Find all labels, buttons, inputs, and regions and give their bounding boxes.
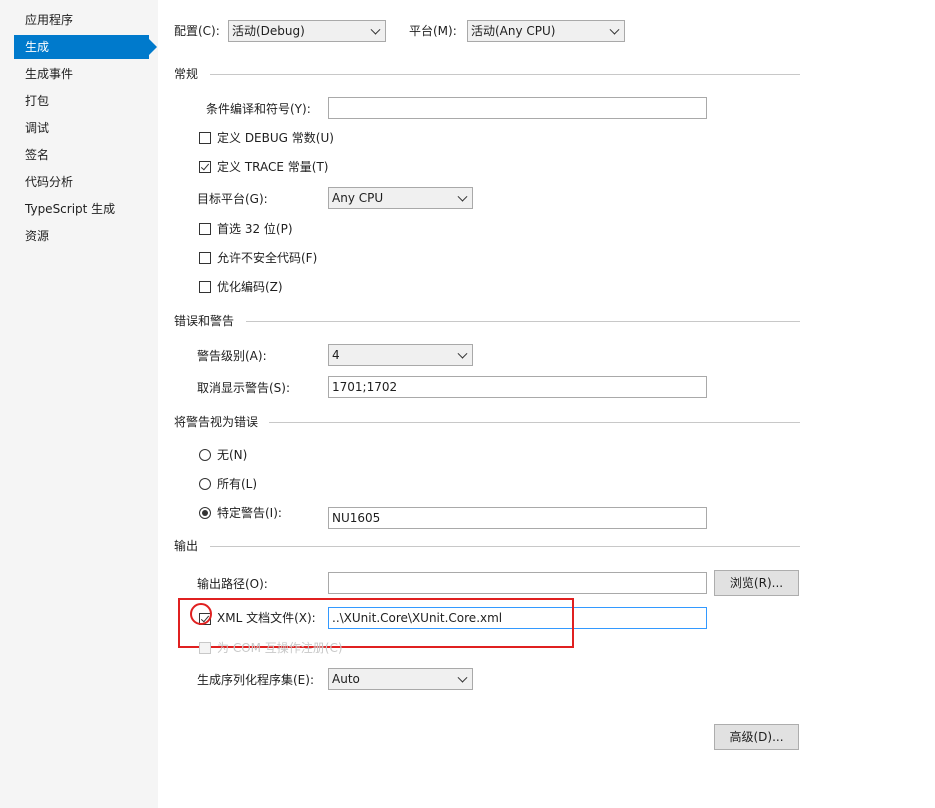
treat-all-radio[interactable] bbox=[199, 478, 211, 490]
section-divider bbox=[210, 74, 800, 75]
sidebar: 应用程序 生成 生成事件 打包 调试 签名 代码分析 TypeScript 生成… bbox=[0, 0, 158, 808]
serialization-value: Auto bbox=[332, 672, 360, 686]
chevron-down-icon bbox=[609, 24, 620, 35]
advanced-button[interactable]: 高级(D)... bbox=[714, 724, 799, 750]
config-label: 配置(C): bbox=[174, 24, 220, 38]
allow-unsafe-label: 允许不安全代码(F) bbox=[217, 251, 318, 265]
section-divider bbox=[210, 546, 800, 547]
treat-none-radio[interactable] bbox=[199, 449, 211, 461]
com-register-label: 为 COM 互操作注册(C) bbox=[217, 641, 343, 655]
sidebar-item-package[interactable]: 打包 bbox=[14, 89, 149, 113]
com-register-checkbox bbox=[199, 642, 211, 654]
section-divider bbox=[246, 321, 800, 322]
chevron-down-icon bbox=[457, 672, 468, 683]
treat-none-label: 无(N) bbox=[217, 448, 248, 462]
platform-value: 活动(Any CPU) bbox=[471, 24, 556, 38]
chevron-down-icon bbox=[457, 191, 468, 202]
target-platform-label: 目标平台(G): bbox=[197, 192, 268, 206]
define-trace-checkbox[interactable] bbox=[199, 161, 211, 173]
optimize-label: 优化编码(Z) bbox=[217, 280, 283, 294]
section-output-header: 输出 bbox=[174, 539, 199, 553]
suppress-warnings-input[interactable]: 1701;1702 bbox=[328, 376, 707, 398]
highlight-circle bbox=[190, 603, 212, 625]
specific-warnings-input[interactable]: NU1605 bbox=[328, 507, 707, 529]
config-dropdown[interactable]: 活动(Debug) bbox=[228, 20, 386, 42]
build-settings-panel: 配置(C): 活动(Debug) 平台(M): 活动(Any CPU) 常规 条… bbox=[158, 0, 935, 808]
output-path-input[interactable] bbox=[328, 572, 707, 594]
section-treat-as-errors-header: 将警告视为错误 bbox=[174, 415, 259, 429]
target-platform-dropdown[interactable]: Any CPU bbox=[328, 187, 473, 209]
sidebar-item-build-events[interactable]: 生成事件 bbox=[14, 62, 149, 86]
treat-all-label: 所有(L) bbox=[217, 477, 258, 491]
sidebar-item-debug[interactable]: 调试 bbox=[14, 116, 149, 140]
section-divider bbox=[269, 422, 800, 423]
output-path-label: 输出路径(O): bbox=[197, 577, 268, 591]
browse-button[interactable]: 浏览(R)... bbox=[714, 570, 799, 596]
treat-specific-label: 特定警告(I): bbox=[217, 506, 282, 520]
define-trace-label: 定义 TRACE 常量(T) bbox=[217, 160, 329, 174]
prefer-32bit-label: 首选 32 位(P) bbox=[217, 222, 293, 236]
sidebar-item-resources[interactable]: 资源 bbox=[14, 224, 149, 248]
prefer-32bit-checkbox[interactable] bbox=[199, 223, 211, 235]
cond-symbols-label: 条件编译和符号(Y): bbox=[206, 102, 311, 116]
warning-level-dropdown[interactable]: 4 bbox=[328, 344, 473, 366]
warning-level-value: 4 bbox=[332, 348, 340, 362]
section-errors-header: 错误和警告 bbox=[174, 314, 235, 328]
serialization-dropdown[interactable]: Auto bbox=[328, 668, 473, 690]
cond-symbols-input[interactable] bbox=[328, 97, 707, 119]
chevron-down-icon bbox=[457, 348, 468, 359]
warning-level-label: 警告级别(A): bbox=[197, 349, 267, 363]
target-platform-value: Any CPU bbox=[332, 191, 384, 205]
sidebar-item-code-analysis[interactable]: 代码分析 bbox=[14, 170, 149, 194]
platform-dropdown[interactable]: 活动(Any CPU) bbox=[467, 20, 625, 42]
treat-specific-radio[interactable] bbox=[199, 507, 211, 519]
suppress-warnings-label: 取消显示警告(S): bbox=[197, 381, 291, 395]
sidebar-item-build[interactable]: 生成 bbox=[14, 35, 157, 59]
config-value: 活动(Debug) bbox=[232, 24, 305, 38]
allow-unsafe-checkbox[interactable] bbox=[199, 252, 211, 264]
platform-label: 平台(M): bbox=[409, 24, 457, 38]
sidebar-item-typescript-build[interactable]: TypeScript 生成 bbox=[14, 197, 149, 221]
chevron-down-icon bbox=[370, 24, 381, 35]
define-debug-checkbox[interactable] bbox=[199, 132, 211, 144]
serialization-label: 生成序列化程序集(E): bbox=[197, 673, 314, 687]
optimize-checkbox[interactable] bbox=[199, 281, 211, 293]
sidebar-item-application[interactable]: 应用程序 bbox=[14, 8, 149, 32]
section-general-header: 常规 bbox=[174, 67, 199, 81]
define-debug-label: 定义 DEBUG 常数(U) bbox=[217, 131, 334, 145]
sidebar-item-signing[interactable]: 签名 bbox=[14, 143, 149, 167]
